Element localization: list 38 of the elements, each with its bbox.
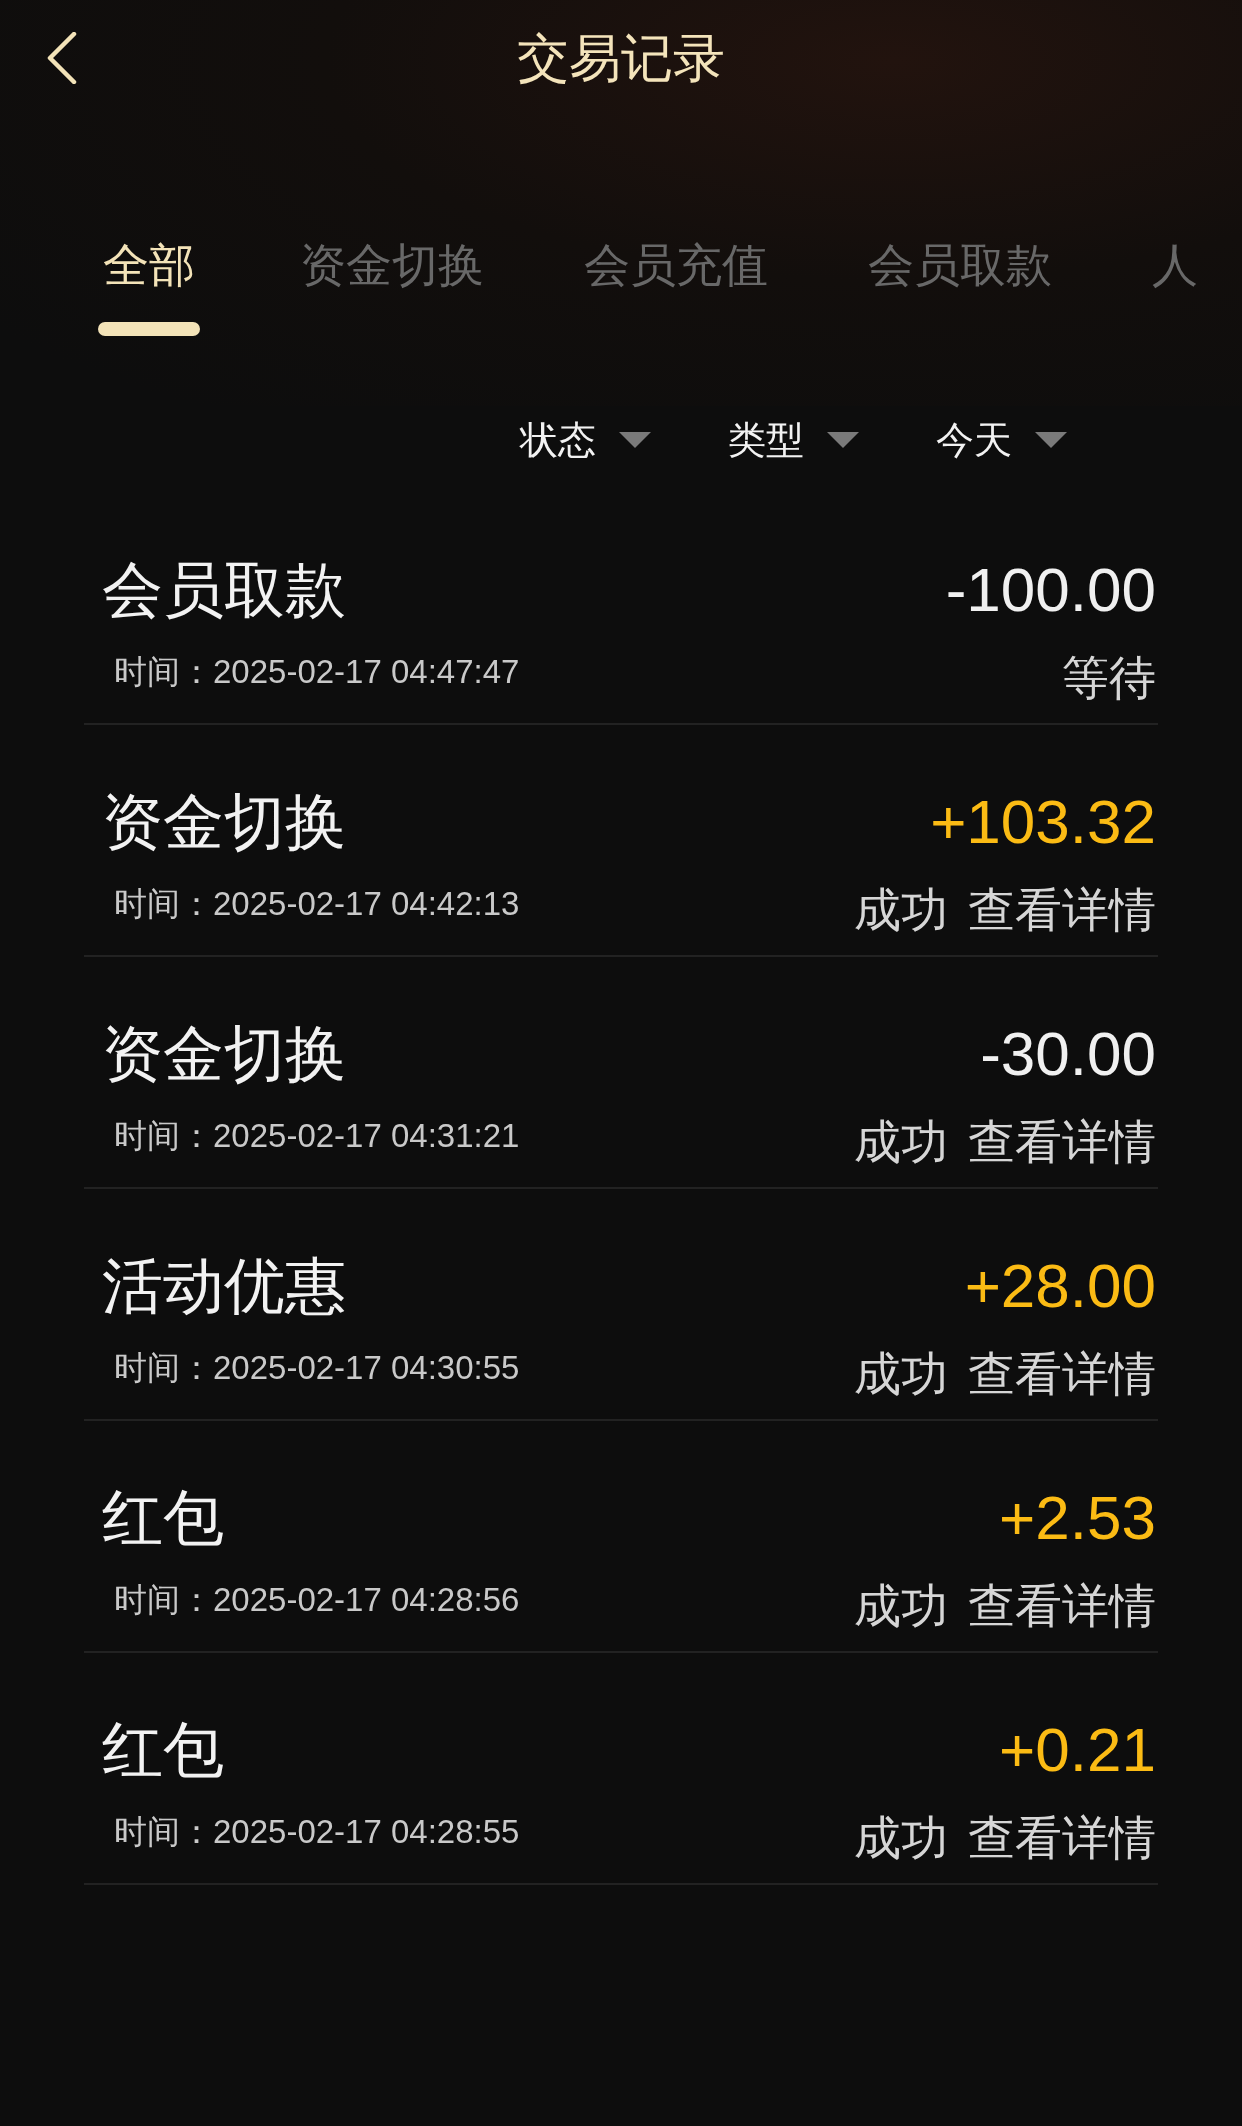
transaction-status: 成功 (854, 1346, 948, 1402)
transaction-type: 活动优惠 (102, 1251, 346, 1322)
page-title: 交易记录 (517, 28, 725, 89)
tab[interactable]: 全部 (98, 238, 200, 336)
transaction-time: 时间：2025-02-17 04:31:21 (114, 1116, 520, 1156)
caret-down-icon (1035, 432, 1067, 448)
transaction-type: 资金切换 (102, 1019, 346, 1090)
transaction-time: 时间：2025-02-17 04:28:56 (114, 1580, 520, 1620)
transaction-amount: +2.53 (999, 1482, 1156, 1554)
view-details-link[interactable]: 查看详情 (968, 1578, 1156, 1634)
transaction-time: 时间：2025-02-17 04:47:47 (114, 652, 520, 692)
transaction-amount: -100.00 (945, 554, 1156, 626)
transaction-time: 时间：2025-02-17 04:30:55 (114, 1348, 520, 1388)
caret-down-icon (619, 432, 651, 448)
transaction-status: 成功 (854, 882, 948, 938)
transaction-amount: -30.00 (980, 1018, 1156, 1090)
transaction-status: 成功 (854, 1114, 948, 1170)
filter-dropdown[interactable]: 今天 (936, 417, 1067, 463)
view-details-link[interactable]: 查看详情 (968, 882, 1156, 938)
transaction-status: 成功 (854, 1810, 948, 1866)
filter-dropdown[interactable]: 类型 (728, 417, 859, 463)
transaction-time: 时间：2025-02-17 04:28:55 (114, 1812, 520, 1852)
view-details-link[interactable]: 查看详情 (968, 1810, 1156, 1866)
transaction-status: 等待 (1062, 650, 1156, 706)
back-icon[interactable] (46, 32, 78, 84)
transaction-type: 资金切换 (102, 787, 346, 858)
transaction-type: 红包 (102, 1483, 224, 1554)
transaction-amount: +0.21 (999, 1714, 1156, 1786)
filter-dropdown[interactable]: 状态 (520, 417, 651, 463)
transaction-amount: +103.32 (930, 786, 1156, 858)
view-details-link[interactable]: 查看详情 (968, 1114, 1156, 1170)
caret-down-icon (827, 432, 859, 448)
transaction-status: 成功 (854, 1578, 948, 1634)
view-details-link[interactable]: 查看详情 (968, 1346, 1156, 1402)
transaction-type: 红包 (102, 1715, 224, 1786)
transaction-time: 时间：2025-02-17 04:42:13 (114, 884, 520, 924)
transaction-type: 会员取款 (102, 555, 346, 626)
transaction-amount: +28.00 (964, 1250, 1156, 1322)
